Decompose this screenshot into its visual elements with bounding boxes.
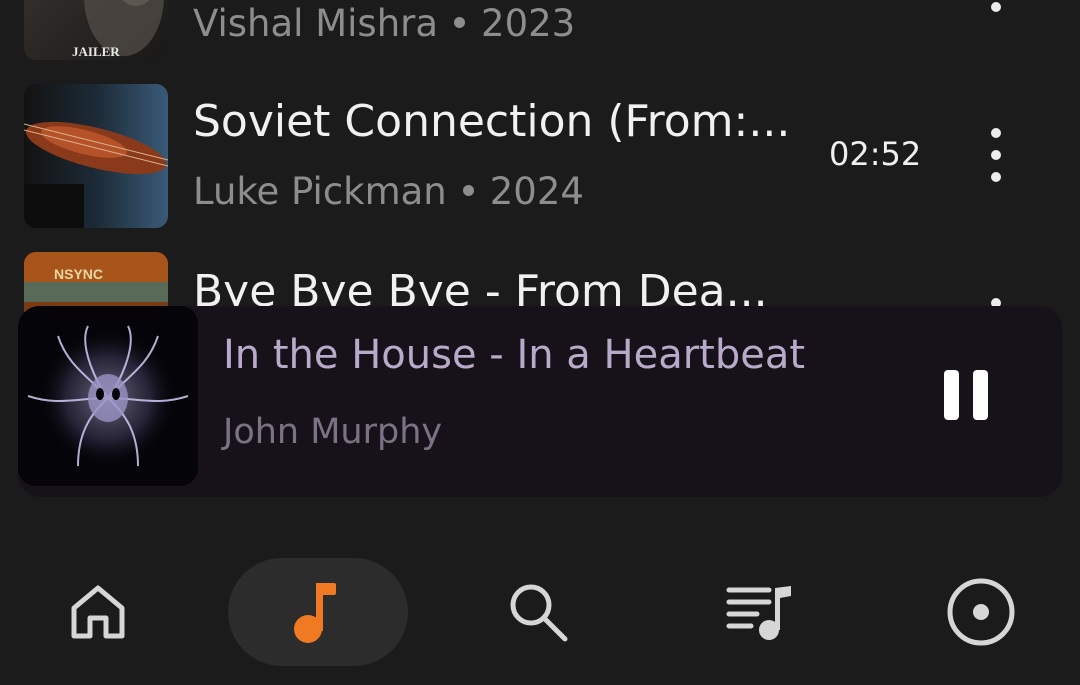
now-playing-album-art (18, 306, 198, 486)
disc-icon (947, 578, 1015, 646)
track-artist: Luke Pickman (193, 170, 447, 213)
pause-button[interactable] (944, 370, 988, 420)
album-art-text: JAILER (72, 44, 120, 59)
pause-icon (944, 370, 959, 420)
home-icon (71, 585, 125, 639)
track-artist: Vishal Mishra (193, 2, 439, 45)
search-icon (510, 584, 568, 642)
nav-search-button[interactable] (448, 558, 628, 666)
track-year: 2023 (481, 2, 576, 45)
nav-songs-button[interactable] (228, 558, 408, 666)
track-title: Soviet Connection (From:... (193, 96, 791, 147)
track-row[interactable]: Soviet Connection (From:... Luke Pickman… (0, 80, 1080, 230)
track-row[interactable]: JAILER Vishal Mishra 2023 (0, 0, 1080, 60)
playlist-icon (726, 586, 791, 640)
separator-dot (462, 185, 474, 196)
track-subtitle: Vishal Mishra 2023 (193, 2, 575, 45)
mini-player[interactable]: In the House - In a Heartbeat John Murph… (18, 306, 1062, 497)
music-note-icon (294, 583, 336, 643)
now-playing-artist: John Murphy (223, 412, 443, 452)
now-playing-title: In the House - In a Heartbeat (223, 332, 806, 378)
separator-dot (454, 17, 466, 28)
track-duration: 02:52 (829, 135, 922, 173)
nav-home-button[interactable] (8, 558, 188, 666)
svg-text:NSYNC: NSYNC (54, 266, 103, 282)
more-options-icon[interactable] (986, 128, 1006, 188)
track-subtitle: Luke Pickman 2024 (193, 170, 584, 213)
track-year: 2024 (489, 170, 584, 213)
more-options-icon[interactable] (986, 0, 1006, 32)
nav-albums-button[interactable] (891, 558, 1071, 666)
album-art (24, 84, 168, 228)
nav-playlists-button[interactable] (670, 558, 850, 666)
album-art: JAILER (24, 0, 168, 60)
